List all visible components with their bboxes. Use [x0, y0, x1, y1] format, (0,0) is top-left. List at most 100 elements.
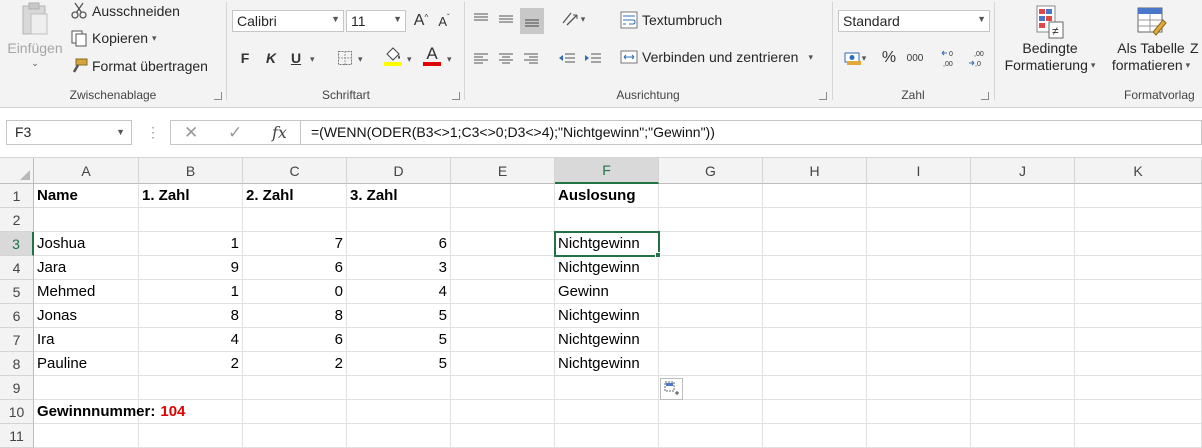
cell-i11[interactable]: [867, 424, 971, 448]
cell-f2[interactable]: [555, 208, 659, 232]
fill-color-button[interactable]: [382, 45, 404, 67]
align-bottom-button[interactable]: [520, 8, 544, 34]
cell-h10[interactable]: [763, 400, 867, 424]
cell-b9[interactable]: [139, 376, 243, 400]
orientation-button[interactable]: ▾: [556, 8, 590, 30]
decrease-indent-button[interactable]: [556, 47, 578, 69]
accounting-format-button[interactable]: ▾: [840, 47, 870, 69]
row-header-3[interactable]: 3: [0, 232, 34, 256]
cell-i6[interactable]: [867, 304, 971, 328]
align-left-button[interactable]: [470, 47, 492, 69]
cell-e2[interactable]: [451, 208, 555, 232]
cell-e10[interactable]: [451, 400, 555, 424]
cell-f6[interactable]: Nichtgewinn: [555, 304, 659, 328]
cell-c5[interactable]: 0: [243, 280, 347, 304]
cell-a1[interactable]: Name: [34, 184, 139, 208]
cell-e4[interactable]: [451, 256, 555, 280]
shrink-font-button[interactable]: Aˇ: [433, 10, 455, 32]
cell-i7[interactable]: [867, 328, 971, 352]
cell-d4[interactable]: 3: [347, 256, 451, 280]
italic-button[interactable]: K: [260, 47, 282, 69]
cell-styles-button[interactable]: Z: [1190, 40, 1199, 56]
cell-j10[interactable]: [971, 400, 1075, 424]
font-color-button[interactable]: A: [421, 44, 443, 66]
column-header-i[interactable]: I: [867, 158, 971, 184]
cell-b4[interactable]: 9: [139, 256, 243, 280]
row-header-11[interactable]: 11: [0, 424, 34, 448]
cell-b5[interactable]: 1: [139, 280, 243, 304]
cell-b3[interactable]: 1: [139, 232, 243, 256]
cell-b10[interactable]: [139, 400, 243, 424]
cell-i1[interactable]: [867, 184, 971, 208]
cell-f7[interactable]: Nichtgewinn: [555, 328, 659, 352]
cell-g6[interactable]: [659, 304, 763, 328]
row-header-1[interactable]: 1: [0, 184, 34, 208]
cell-k8[interactable]: [1075, 352, 1202, 376]
column-header-f[interactable]: F: [555, 158, 659, 184]
cell-i5[interactable]: [867, 280, 971, 304]
cell-k2[interactable]: [1075, 208, 1202, 232]
cell-k1[interactable]: [1075, 184, 1202, 208]
cell-d5[interactable]: 4: [347, 280, 451, 304]
row-header-9[interactable]: 9: [0, 376, 34, 400]
column-header-a[interactable]: A: [34, 158, 139, 184]
cell-g7[interactable]: [659, 328, 763, 352]
dialog-launcher-icon[interactable]: [819, 92, 827, 100]
cell-b11[interactable]: [139, 424, 243, 448]
row-header-8[interactable]: 8: [0, 352, 34, 376]
cell-c8[interactable]: 2: [243, 352, 347, 376]
quick-analysis-button[interactable]: [660, 378, 683, 400]
cell-h8[interactable]: [763, 352, 867, 376]
cell-d7[interactable]: 5: [347, 328, 451, 352]
cell-k6[interactable]: [1075, 304, 1202, 328]
cell-g5[interactable]: [659, 280, 763, 304]
merge-center-button[interactable]: Verbinden und zentrieren ▾: [620, 48, 813, 66]
chevron-down-icon[interactable]: ▾: [407, 54, 412, 65]
row-header-10[interactable]: 10: [0, 400, 34, 424]
cell-e3[interactable]: [451, 232, 555, 256]
cut-button[interactable]: Ausschneiden: [70, 2, 180, 20]
cell-f5[interactable]: Gewinn: [555, 280, 659, 304]
cell-c3[interactable]: 7: [243, 232, 347, 256]
cell-h3[interactable]: [763, 232, 867, 256]
cell-a3[interactable]: Joshua: [34, 232, 139, 256]
cell-c4[interactable]: 6: [243, 256, 347, 280]
decrease-decimal-button[interactable]: ,00,0: [964, 45, 990, 71]
cell-g10[interactable]: [659, 400, 763, 424]
column-header-e[interactable]: E: [451, 158, 555, 184]
align-center-button[interactable]: [495, 47, 517, 69]
cell-k5[interactable]: [1075, 280, 1202, 304]
cell-g1[interactable]: [659, 184, 763, 208]
format-painter-button[interactable]: Format übertragen: [70, 57, 208, 75]
cell-j5[interactable]: [971, 280, 1075, 304]
cancel-icon[interactable]: ✕: [184, 123, 198, 143]
cell-k9[interactable]: [1075, 376, 1202, 400]
number-format-select[interactable]: Standard ▼: [838, 10, 990, 32]
cell-c11[interactable]: [243, 424, 347, 448]
cell-k11[interactable]: [1075, 424, 1202, 448]
cell-a4[interactable]: Jara: [34, 256, 139, 280]
format-as-table-button[interactable]: Als Tabelle formatieren ▾: [1106, 4, 1196, 74]
cell-c1[interactable]: 2. Zahl: [243, 184, 347, 208]
cell-g4[interactable]: [659, 256, 763, 280]
cell-j6[interactable]: [971, 304, 1075, 328]
align-top-button[interactable]: [470, 8, 492, 30]
increase-decimal-button[interactable]: 0,00: [938, 45, 964, 71]
column-header-j[interactable]: J: [971, 158, 1075, 184]
cell-b8[interactable]: 2: [139, 352, 243, 376]
dialog-launcher-icon[interactable]: [214, 92, 222, 100]
chevron-down-icon[interactable]: ▾: [447, 54, 452, 65]
cell-c7[interactable]: 6: [243, 328, 347, 352]
cell-b7[interactable]: 4: [139, 328, 243, 352]
column-header-b[interactable]: B: [139, 158, 243, 184]
cell-c2[interactable]: [243, 208, 347, 232]
cell-f11[interactable]: [555, 424, 659, 448]
cell-d2[interactable]: [347, 208, 451, 232]
fill-handle[interactable]: [655, 252, 661, 258]
cell-a6[interactable]: Jonas: [34, 304, 139, 328]
cell-i3[interactable]: [867, 232, 971, 256]
cell-f9[interactable]: [555, 376, 659, 400]
grow-font-button[interactable]: A ^: [410, 10, 432, 32]
cell-d3[interactable]: 6: [347, 232, 451, 256]
cell-f10[interactable]: [555, 400, 659, 424]
